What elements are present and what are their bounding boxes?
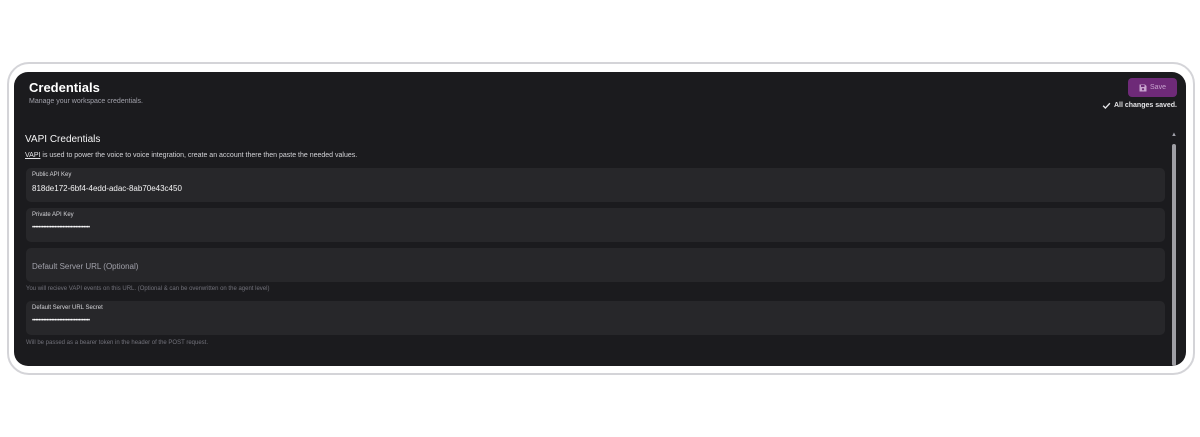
vapi-link[interactable]: VAPI bbox=[25, 152, 40, 159]
floppy-disk-icon bbox=[1139, 84, 1147, 91]
private-api-key-field[interactable]: Private API Key ••••••••••••••••••••••••… bbox=[26, 208, 1165, 242]
page-title: Credentials bbox=[29, 80, 100, 95]
save-button[interactable]: Save bbox=[1128, 78, 1177, 97]
saved-status: All changes saved. bbox=[1102, 101, 1177, 110]
server-secret-field[interactable]: Default Server URL Secret ••••••••••••••… bbox=[26, 301, 1165, 335]
section-title: VAPI Credentials bbox=[25, 134, 101, 145]
save-button-label: Save bbox=[1150, 84, 1166, 91]
server-secret-value: •••••••••••••••••••••••••••••••••••• bbox=[32, 318, 90, 324]
server-secret-label: Default Server URL Secret bbox=[32, 305, 103, 311]
server-url-field[interactable]: Default Server URL (Optional) bbox=[26, 248, 1165, 282]
checkmark-icon bbox=[1102, 102, 1111, 110]
credentials-panel: Credentials Manage your workspace creden… bbox=[14, 72, 1186, 366]
public-api-key-value: 818de172-6bf4-4edd-adac-8ab70e43c450 bbox=[32, 184, 182, 193]
section-description-text: is used to power the voice to voice inte… bbox=[40, 152, 358, 159]
server-url-placeholder: Default Server URL (Optional) bbox=[32, 262, 139, 271]
private-api-key-value: •••••••••••••••••••••••••••••••••••• bbox=[32, 225, 90, 231]
private-api-key-label: Private API Key bbox=[32, 212, 74, 218]
saved-status-text: All changes saved. bbox=[1113, 102, 1177, 109]
page-subtitle: Manage your workspace credentials. bbox=[29, 98, 144, 105]
server-url-hint: You will recieve VAPI events on this URL… bbox=[26, 286, 270, 292]
scrollbar-thumb[interactable] bbox=[1172, 144, 1176, 366]
public-api-key-label: Public API Key bbox=[32, 172, 72, 178]
public-api-key-field[interactable]: Public API Key 818de172-6bf4-4edd-adac-8… bbox=[26, 168, 1165, 202]
server-secret-hint: Will be passed as a bearer token in the … bbox=[26, 340, 208, 346]
section-description: VAPI is used to power the voice to voice… bbox=[25, 152, 357, 159]
